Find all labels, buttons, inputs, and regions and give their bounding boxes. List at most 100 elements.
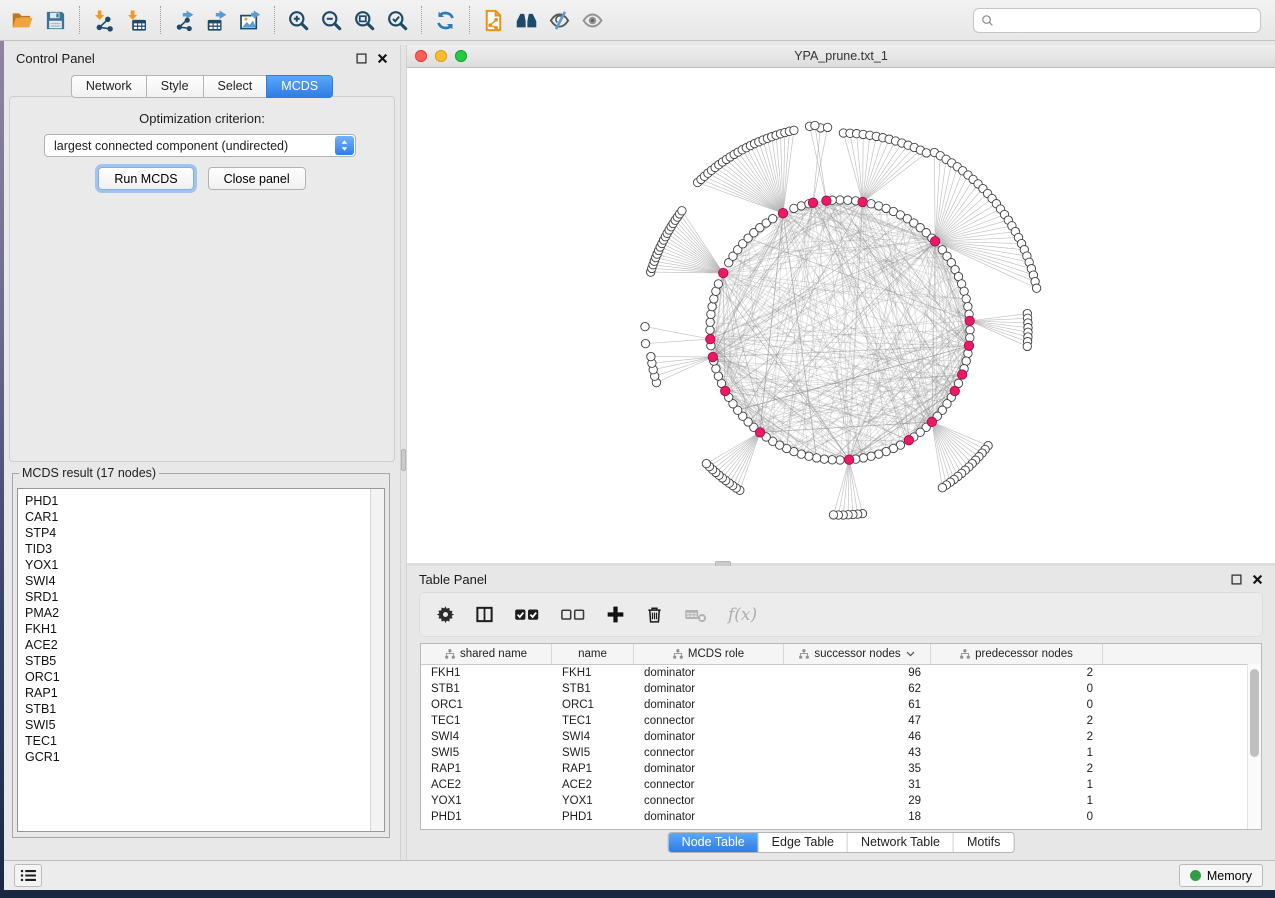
graph-node[interactable]: [875, 450, 883, 458]
graph-hub-node[interactable]: [904, 436, 913, 445]
show-all-columns-button[interactable]: [514, 603, 540, 627]
table-row[interactable]: ORC1ORC1dominator610: [421, 697, 1261, 713]
graph-node[interactable]: [812, 454, 820, 462]
graph-node[interactable]: [823, 123, 831, 131]
table-row[interactable]: FKH1FKH1dominator962: [421, 665, 1261, 681]
graph-node[interactable]: [707, 310, 715, 318]
graph-node[interactable]: [1023, 342, 1031, 350]
graph-hub-node[interactable]: [858, 197, 867, 206]
control-panel-close-button[interactable]: [376, 52, 388, 64]
graph-hub-node[interactable]: [958, 370, 967, 379]
graph-node[interactable]: [1032, 284, 1040, 292]
graph-node[interactable]: [805, 452, 813, 460]
graph-node[interactable]: [710, 295, 718, 303]
zoom-fit-content-button[interactable]: [348, 4, 381, 36]
graph-hub-node[interactable]: [808, 198, 817, 207]
save-session-button[interactable]: [39, 4, 72, 36]
zoom-selected-region-button[interactable]: [381, 4, 414, 36]
search-input[interactable]: [995, 9, 1260, 31]
graph-node[interactable]: [962, 357, 970, 365]
graph-node[interactable]: [836, 196, 844, 204]
export-image-button[interactable]: [234, 4, 267, 36]
graph-node[interactable]: [966, 326, 974, 334]
mcds-result-item[interactable]: SWI5: [25, 717, 384, 733]
table-row[interactable]: SWI5SWI5connector431: [421, 745, 1261, 761]
graph-node[interactable]: [712, 365, 720, 373]
graph-node[interactable]: [702, 459, 710, 467]
share-network-button[interactable]: [477, 4, 510, 36]
zoom-out-button[interactable]: [315, 4, 348, 36]
graph-node[interactable]: [829, 511, 837, 519]
graph-node[interactable]: [706, 326, 714, 334]
mcds-result-item[interactable]: PHD1: [25, 493, 384, 509]
graph-hub-node[interactable]: [950, 386, 959, 395]
vertical-splitter[interactable]: [400, 45, 407, 860]
column-header-shared-name[interactable]: shared name: [421, 644, 552, 664]
graph-node[interactable]: [844, 196, 852, 204]
table-row[interactable]: YOX1YOX1connector291: [421, 793, 1261, 809]
graph-node[interactable]: [962, 295, 970, 303]
search-all-networks-button[interactable]: [510, 4, 543, 36]
table-row[interactable]: ACE2ACE2connector311: [421, 777, 1261, 793]
open-session-button[interactable]: [6, 4, 39, 36]
mcds-result-item[interactable]: ACE2: [25, 637, 384, 653]
mcds-result-item[interactable]: STP4: [25, 525, 384, 541]
search-box[interactable]: [973, 8, 1261, 33]
graph-node[interactable]: [790, 126, 798, 134]
import-table-from-file-button[interactable]: [120, 4, 153, 36]
result-list-scrollbar[interactable]: [370, 489, 384, 831]
control-panel-float-button[interactable]: [355, 52, 367, 64]
column-header-predecessor-nodes[interactable]: predecessor nodes: [931, 644, 1103, 664]
table-row[interactable]: RAP1RAP1dominator352: [421, 761, 1261, 777]
mcds-result-item[interactable]: SRD1: [25, 589, 384, 605]
table-panel-close-button[interactable]: [1251, 573, 1263, 585]
create-new-column-button[interactable]: [606, 603, 625, 627]
close-panel-button[interactable]: Close panel: [208, 167, 306, 190]
graph-node[interactable]: [678, 207, 686, 215]
graph-hub-node[interactable]: [719, 268, 728, 277]
optimization-criterion-select[interactable]: largest connected component (undirected): [44, 134, 356, 157]
graph-node[interactable]: [811, 121, 819, 129]
export-table-button[interactable]: [201, 4, 234, 36]
zoom-in-button[interactable]: [282, 4, 315, 36]
graph-node[interactable]: [797, 202, 805, 210]
graph-hub-node[interactable]: [844, 455, 853, 464]
table-row[interactable]: TEC1TEC1connector472: [421, 713, 1261, 729]
toggle-panes-button[interactable]: [475, 603, 494, 627]
show-graphics-details-button[interactable]: [576, 4, 609, 36]
window-zoom-button[interactable]: [455, 50, 467, 62]
tab-edge-table[interactable]: Edge Table: [759, 833, 848, 852]
hide-all-columns-button[interactable]: [560, 603, 586, 627]
mcds-result-item[interactable]: RAP1: [25, 685, 384, 701]
table-panel-float-button[interactable]: [1230, 573, 1242, 585]
graph-node[interactable]: [706, 318, 714, 326]
graph-node[interactable]: [714, 280, 722, 288]
window-close-button[interactable]: [415, 50, 427, 62]
graph-hub-node[interactable]: [927, 417, 936, 426]
graph-hub-node[interactable]: [930, 237, 939, 246]
graph-hub-node[interactable]: [708, 352, 717, 361]
tab-network[interactable]: Network: [71, 75, 146, 98]
mcds-result-item[interactable]: SWI4: [25, 573, 384, 589]
table-row[interactable]: SWI4SWI4dominator462: [421, 729, 1261, 745]
mcds-result-item[interactable]: FKH1: [25, 621, 384, 637]
graph-node[interactable]: [647, 352, 655, 360]
network-canvas[interactable]: [407, 68, 1275, 563]
import-network-from-file-button[interactable]: [87, 4, 120, 36]
graph-node[interactable]: [922, 149, 930, 157]
graph-hub-node[interactable]: [706, 334, 715, 343]
graph-node[interactable]: [769, 215, 777, 223]
mcds-result-item[interactable]: STB1: [25, 701, 384, 717]
vertical-splitter-handle[interactable]: [401, 449, 406, 471]
mcds-result-item[interactable]: PMA2: [25, 605, 384, 621]
table-scrollbar[interactable]: [1247, 664, 1261, 829]
graph-node[interactable]: [820, 455, 828, 463]
function-builder-button[interactable]: f(x): [728, 603, 757, 627]
graph-hub-node[interactable]: [721, 386, 730, 395]
table-scrollbar-thumb[interactable]: [1250, 669, 1259, 757]
graph-node[interactable]: [859, 454, 867, 462]
automation-panel-button[interactable]: [14, 864, 42, 887]
memory-button[interactable]: Memory: [1179, 864, 1263, 887]
column-header-successor-nodes[interactable]: successor nodes: [784, 644, 931, 664]
export-network-button[interactable]: [168, 4, 201, 36]
